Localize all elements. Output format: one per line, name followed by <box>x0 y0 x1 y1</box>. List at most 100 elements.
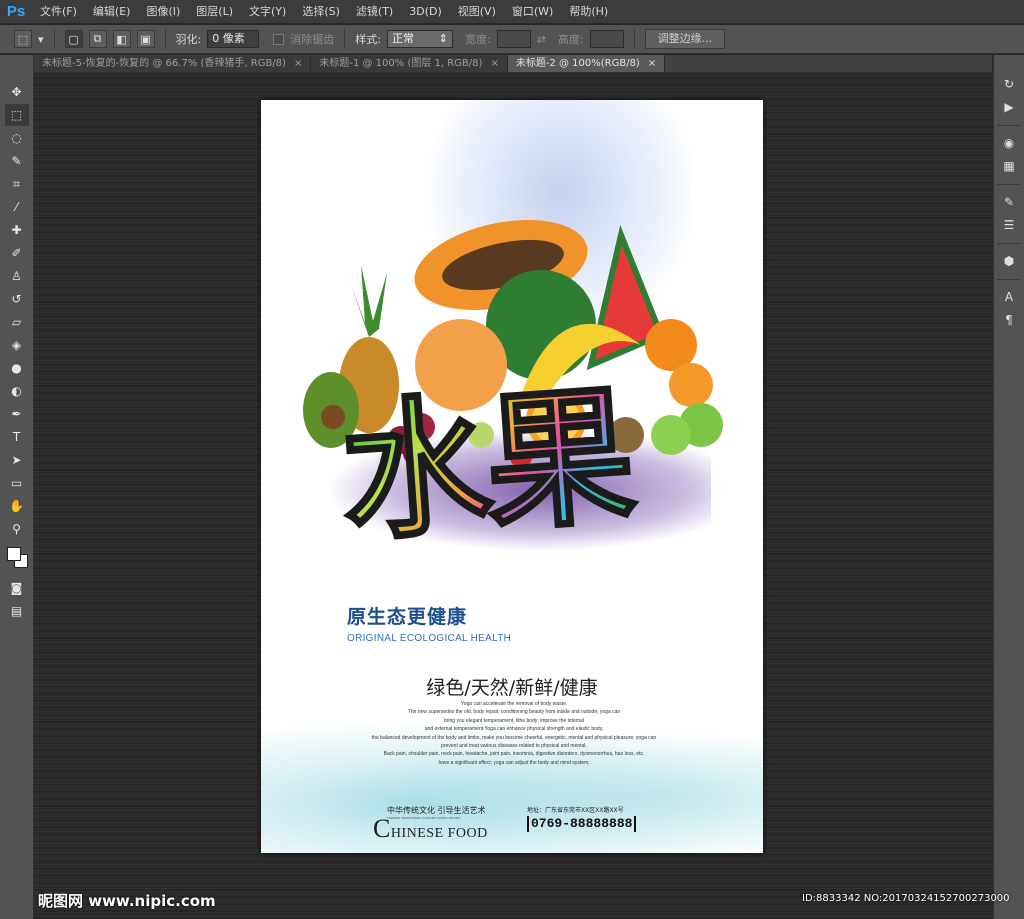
poster-slogan-cn: 原生态更健康 <box>347 606 468 628</box>
menu-edit[interactable]: 编辑(E) <box>85 0 139 24</box>
healing-brush-tool-icon[interactable]: ✚ <box>5 219 29 241</box>
color-swatches[interactable] <box>5 545 29 573</box>
divider <box>997 279 1021 280</box>
menu-help[interactable]: 帮助(H) <box>561 0 616 24</box>
height-input[interactable] <box>589 30 624 48</box>
divider <box>997 125 1021 126</box>
footer-en-text: CHINESE FOOD <box>373 816 523 842</box>
body-line: the balanced development of the body and… <box>371 734 657 741</box>
menu-type[interactable]: 文字(Y) <box>241 0 294 24</box>
brush-tool-icon[interactable]: ✐ <box>5 242 29 264</box>
close-icon[interactable]: × <box>648 55 656 72</box>
body-line: bring you elegant temperament, lithe bod… <box>443 717 585 724</box>
select-arrows-icon: ⇕ <box>438 32 448 45</box>
tab-document-2[interactable]: 未标题-2 @ 100%(RGB/8) × <box>507 55 666 72</box>
divider <box>633 29 635 49</box>
antialias-label: 消除锯齿 <box>290 33 335 46</box>
subtract-selection-icon[interactable]: ◧ <box>112 30 131 48</box>
screen-mode-icon[interactable]: ▤ <box>5 600 29 622</box>
body-line: The new supersedes the old, body repair,… <box>407 709 621 716</box>
hand-tool-icon[interactable]: ✋ <box>5 495 29 517</box>
tab-label: 未标题-5-恢复的-恢复的 @ 66.7% (香辣猪手, RGB/8) <box>42 58 286 69</box>
body-line: Back pain, shoulder pain, neck pain, hea… <box>383 751 645 758</box>
brush-panel-icon[interactable]: ✎ <box>998 191 1020 213</box>
menu-view[interactable]: 视图(V) <box>450 0 504 24</box>
height-label: 高度: <box>557 33 584 46</box>
type-tool-icon[interactable]: T <box>5 426 29 448</box>
marquee-tool-icon[interactable]: ⬚ <box>4 104 29 126</box>
menu-layer[interactable]: 图层(L) <box>188 0 241 24</box>
preset-dropdown-icon[interactable]: ▾ <box>38 33 44 46</box>
body-line: have a significant effect; yoga can adju… <box>438 759 590 766</box>
tab-label: 未标题-2 @ 100%(RGB/8) <box>515 58 640 69</box>
dodge-tool-icon[interactable]: ◐ <box>5 380 29 402</box>
path-selection-tool-icon[interactable]: ➤ <box>5 449 29 471</box>
quick-mask-icon[interactable]: ◙ <box>5 577 29 599</box>
width-input[interactable] <box>496 30 531 48</box>
paint-bucket-tool-icon[interactable]: ◈ <box>5 334 29 356</box>
document-canvas[interactable]: 水果 原生态更健康 ORIGINAL ECOLOGICAL HEALTH 绿色/… <box>261 100 763 853</box>
menu-window[interactable]: 窗口(W) <box>504 0 561 24</box>
antialias-checkbox[interactable] <box>273 33 285 45</box>
marquee-tool-preset-icon[interactable]: ⬚ <box>14 30 32 48</box>
intersect-selection-icon[interactable]: ▣ <box>136 30 155 48</box>
menu-filter[interactable]: 滤镜(T) <box>348 0 401 24</box>
photoshop-logo-icon: Ps <box>6 3 26 20</box>
zoom-tool-icon[interactable]: ⚲ <box>5 518 29 540</box>
footer-cn-text: 中华传统文化 引导生活艺术 <box>387 806 486 815</box>
add-selection-icon[interactable]: ⧉ <box>88 30 107 48</box>
quick-selection-tool-icon[interactable]: ✎ <box>5 150 29 172</box>
tab-label: 未标题-1 @ 100% (图层 1, RGB/8) <box>319 58 483 69</box>
pineapple-leaves-shape <box>351 265 387 337</box>
divider <box>344 29 346 49</box>
paragraph-panel-icon[interactable]: ¶ <box>998 309 1020 331</box>
crop-tool-icon[interactable]: ⌗ <box>5 173 29 195</box>
eyedropper-tool-icon[interactable]: ⁄ <box>5 196 29 218</box>
foreground-color-swatch[interactable] <box>6 547 21 561</box>
style-label: 样式: <box>355 33 381 46</box>
footer-phone: 0769-88888888 <box>527 816 637 832</box>
document-workspace[interactable]: 水果 原生态更健康 ORIGINAL ECOLOGICAL HEALTH 绿色/… <box>34 72 993 919</box>
menu-select[interactable]: 选择(S) <box>294 0 348 24</box>
divider <box>53 29 55 49</box>
tab-document-5[interactable]: 未标题-5-恢复的-恢复的 @ 66.7% (香辣猪手, RGB/8) × <box>34 55 312 72</box>
color-panel-icon[interactable]: ◉ <box>998 132 1020 154</box>
tab-document-1[interactable]: 未标题-1 @ 100% (图层 1, RGB/8) × <box>311 55 508 72</box>
poster-tagline: 绿色/天然/新鲜/健康 <box>426 677 598 699</box>
body-line: and external temperament.Yoga can enhanc… <box>424 726 604 733</box>
style-select[interactable]: 正常 ⇕ <box>386 30 453 48</box>
menu-bar: Ps 文件(F) 编辑(E) 图像(I) 图层(L) 文字(Y) 选择(S) 滤… <box>0 0 1024 24</box>
poster-title: 水果 <box>334 366 637 565</box>
new-selection-icon[interactable]: ▢ <box>64 30 83 48</box>
menu-3d[interactable]: 3D(D) <box>401 0 450 24</box>
divider <box>997 243 1021 244</box>
refine-edge-button[interactable]: 调整边缘... <box>644 29 726 49</box>
poster-slogan-en: ORIGINAL ECOLOGICAL HEALTH <box>347 633 512 644</box>
width-label: 宽度: <box>464 33 491 46</box>
lasso-tool-icon[interactable]: ◌ <box>5 127 29 149</box>
clone-stamp-tool-icon[interactable]: ♙ <box>5 265 29 287</box>
3d-panel-icon[interactable]: ⬢ <box>998 250 1020 272</box>
footer-address: 地址：广东省东莞市XX区XX路XX号 <box>527 807 624 814</box>
adjustments-panel-icon[interactable]: ☰ <box>998 214 1020 236</box>
pen-tool-icon[interactable]: ✒ <box>5 403 29 425</box>
blur-tool-icon[interactable]: ● <box>5 357 29 379</box>
history-panel-icon[interactable]: ↻ <box>998 73 1020 95</box>
swap-dimensions-icon[interactable]: ⇄ <box>537 33 546 46</box>
swatches-panel-icon[interactable]: ▦ <box>998 155 1020 177</box>
close-icon[interactable]: × <box>490 55 498 72</box>
watermark-logo: 昵图网 www.nipic.com <box>38 892 216 910</box>
rectangle-tool-icon[interactable]: ▭ <box>5 472 29 494</box>
character-panel-icon[interactable]: A <box>998 286 1020 308</box>
footer-en-initial: C <box>373 814 391 843</box>
style-select-value: 正常 <box>391 32 414 45</box>
move-tool-icon[interactable]: ✥ <box>5 81 29 103</box>
eraser-tool-icon[interactable]: ▱ <box>5 311 29 333</box>
close-icon[interactable]: × <box>294 55 302 72</box>
menu-file[interactable]: 文件(F) <box>32 0 85 24</box>
history-brush-tool-icon[interactable]: ↺ <box>5 288 29 310</box>
feather-input[interactable]: 0 像素 <box>207 30 260 48</box>
menu-image[interactable]: 图像(I) <box>138 0 188 24</box>
actions-panel-icon[interactable]: ▶ <box>998 96 1020 118</box>
right-panel-dock: ↻ ▶ ◉ ▦ ✎ ☰ ⬢ A ¶ <box>993 55 1024 919</box>
